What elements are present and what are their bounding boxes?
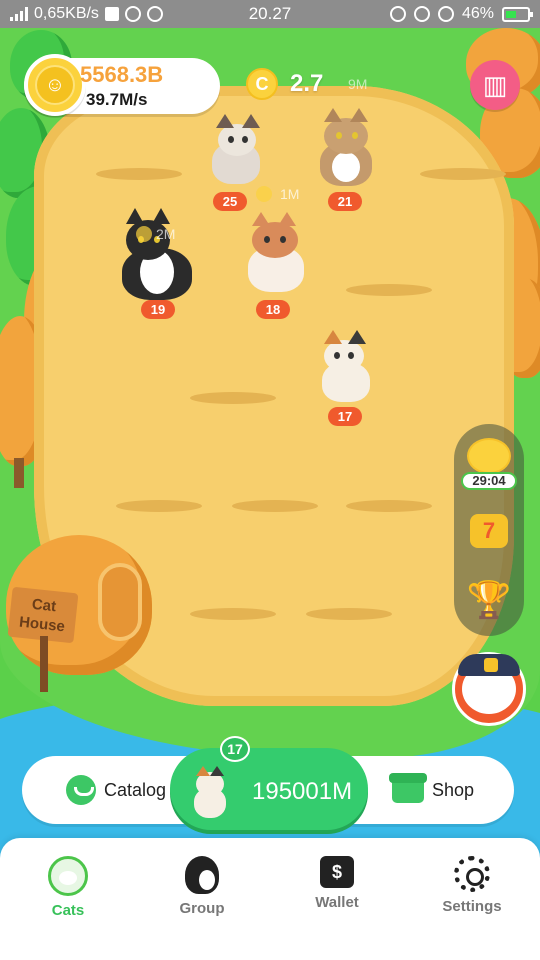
cat-slot[interactable] [420, 168, 506, 180]
boost-multiplier[interactable]: 2.7 [290, 70, 323, 98]
status-left: 0,65KB/s [10, 5, 163, 23]
floating-income: 1M [280, 186, 300, 202]
tab-label: Cats [51, 902, 85, 919]
balance-value: 5568.3B [80, 62, 164, 87]
alarm-icon [389, 6, 406, 22]
battery-percent: 46% [461, 5, 494, 22]
cat-slot[interactable] [190, 608, 276, 620]
cat-slot[interactable] [96, 168, 182, 180]
cat-level-badge: 17 [328, 407, 362, 426]
shop-icon [389, 773, 427, 803]
police-cat-icon [458, 654, 520, 714]
status-right: 46% [389, 5, 533, 23]
reward-timer: 29:04 [461, 472, 517, 490]
cat-house-sign: Cat House [7, 586, 79, 644]
buy-cat-icon [186, 766, 232, 820]
shop-label: Shop [432, 779, 475, 800]
gear-icon [454, 856, 490, 892]
shop-button[interactable]: Shop [389, 772, 475, 808]
cat-slot[interactable] [232, 500, 318, 512]
income-coin-icon [136, 226, 152, 242]
eye-icon [413, 6, 430, 22]
cat-icon [48, 856, 88, 896]
tab-cats[interactable]: Cats [18, 856, 118, 919]
message-icon [146, 6, 163, 22]
cat-level-badge: 25 [213, 192, 247, 211]
wallet-icon: $ [320, 856, 354, 888]
catalog-label: Catalog [104, 779, 167, 800]
tab-group[interactable]: Group [152, 856, 252, 917]
tab-label: Group [179, 900, 225, 917]
app-icon [124, 6, 141, 22]
moon-icon [437, 6, 454, 22]
tab-settings[interactable]: Settings [422, 856, 522, 915]
cat-level-badge: 18 [256, 300, 290, 319]
police-cat-button[interactable] [452, 652, 526, 726]
tab-label: Settings [442, 898, 502, 915]
cat-slot[interactable] [116, 500, 202, 512]
group-icon [185, 856, 219, 894]
income-coin-icon [256, 186, 272, 202]
cat-slot[interactable] [346, 284, 432, 296]
calico-cat[interactable] [316, 330, 378, 402]
tabby-cat[interactable] [310, 108, 382, 186]
catalog-button[interactable]: Catalog [66, 772, 166, 808]
catalog-icon [66, 775, 96, 805]
income-rate: 39.7M/s [86, 90, 148, 109]
cat-level-badge: 19 [141, 300, 175, 319]
siamese-cat[interactable] [200, 114, 270, 186]
coin-icon: ☺ [24, 54, 86, 116]
cat-slot[interactable] [306, 608, 392, 620]
sign-post [40, 636, 48, 692]
floating-income: 2M [156, 226, 176, 242]
buy-price: 195001M [252, 778, 353, 805]
buy-level-badge: 17 [220, 736, 250, 762]
status-bar: 0,65KB/s 20.27 46% [0, 0, 540, 28]
network-speed: 0,65KB/s [34, 5, 99, 22]
trophy-button[interactable]: 🏆 [466, 580, 512, 620]
tab-label: Wallet [315, 894, 359, 911]
boost-ghost-text: 9M [348, 76, 368, 92]
battery-icon [502, 6, 533, 22]
book-button[interactable]: ▥ [470, 60, 520, 110]
cat-slot[interactable] [190, 392, 276, 404]
boost-coin-icon[interactable]: C [246, 68, 278, 100]
orange-white-cat[interactable] [236, 212, 312, 294]
download-icon [104, 7, 119, 21]
cat-level-badge: 21 [328, 192, 362, 211]
daily-reward-icon[interactable] [467, 438, 511, 474]
signal-icon [10, 7, 28, 21]
cat-slot[interactable] [346, 500, 432, 512]
tab-wallet[interactable]: $ Wallet [287, 856, 387, 911]
slot-machine-button[interactable]: 7 [470, 514, 508, 548]
tree-trunk [14, 458, 24, 488]
book-icon: ▥ [482, 69, 508, 100]
